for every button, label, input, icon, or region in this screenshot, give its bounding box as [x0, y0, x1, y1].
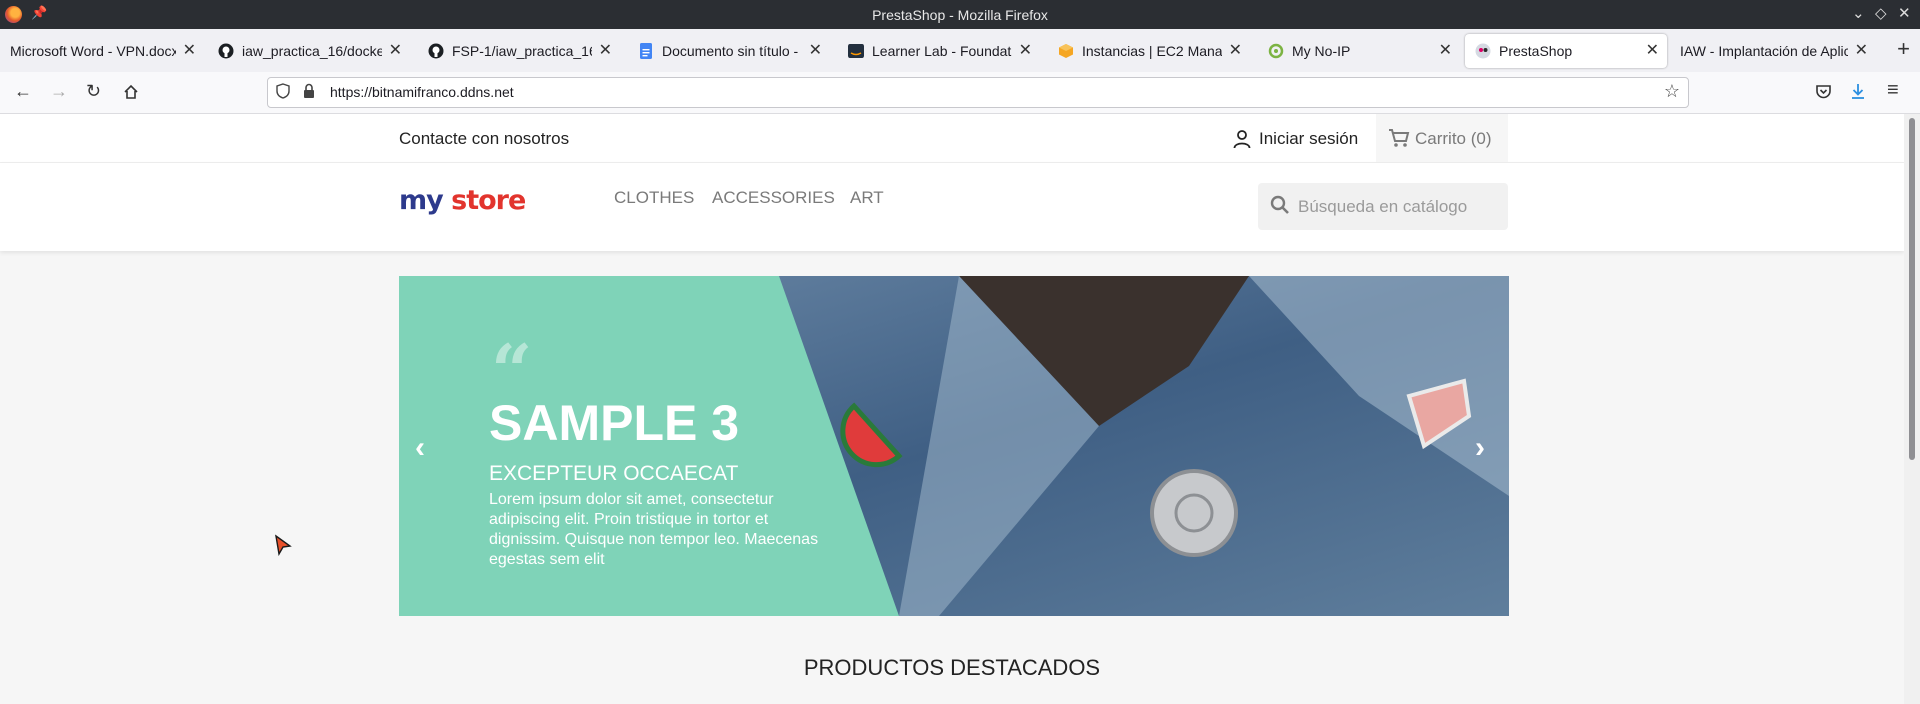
tab-ec2[interactable]: Instancias | EC2 Manage ✕ — [1048, 34, 1250, 68]
aws-cube-icon — [1059, 44, 1073, 58]
tab-word[interactable]: Microsoft Word - VPN.docx ✕ — [0, 34, 204, 68]
prestashop-icon — [1475, 43, 1491, 59]
chevron-left-icon[interactable]: ‹ — [415, 431, 425, 465]
store-logo[interactable]: my store — [399, 185, 526, 216]
tab-label: Documento sin título - D — [662, 43, 802, 59]
tab-label: Instancias | EC2 Manage — [1082, 43, 1222, 59]
tab-strip: Microsoft Word - VPN.docx ✕ iaw_practica… — [0, 29, 1920, 73]
window-titlebar: 📌 PrestaShop - Mozilla Firefox ⌄ ◇ ✕ — [0, 0, 1920, 29]
minimize-icon[interactable]: ⌄ — [1852, 4, 1865, 22]
back-button[interactable]: ← — [14, 81, 32, 102]
slide-title: SAMPLE 3 — [489, 395, 740, 451]
forward-button[interactable]: → — [50, 81, 68, 102]
search-icon[interactable] — [1270, 195, 1290, 215]
user-icon[interactable] — [1233, 129, 1251, 149]
cart-button[interactable]: Carrito (0) — [1376, 114, 1508, 162]
github-icon — [218, 43, 234, 59]
tab-github-docker[interactable]: iaw_practica_16/docker-c ✕ — [208, 34, 410, 68]
new-tab-button[interactable]: + — [1897, 36, 1910, 62]
google-docs-icon — [640, 43, 652, 59]
close-tab-icon[interactable]: ✕ — [599, 40, 612, 60]
shield-icon[interactable] — [276, 83, 290, 99]
bookmark-star-icon[interactable]: ☆ — [1664, 81, 1680, 102]
contact-link[interactable]: Contacte con nosotros — [399, 129, 569, 149]
login-link[interactable]: Iniciar sesión — [1259, 129, 1358, 149]
close-window-icon[interactable]: ✕ — [1898, 4, 1911, 22]
github-icon — [428, 43, 444, 59]
close-tab-icon[interactable]: ✕ — [389, 40, 402, 60]
aws-icon — [848, 44, 864, 58]
pocket-icon[interactable] — [1815, 84, 1832, 100]
webpage: Contacte con nosotros Iniciar sesión Car… — [0, 114, 1904, 704]
url-bar[interactable]: https://bitnamifranco.ddns.net ☆ — [267, 77, 1689, 108]
page-scrollbar[interactable] — [1904, 114, 1920, 704]
close-tab-icon[interactable]: ✕ — [1229, 40, 1242, 60]
mouse-cursor-icon — [275, 534, 292, 556]
maximize-icon[interactable]: ◇ — [1875, 4, 1887, 22]
tab-label: Microsoft Word - VPN.docx — [10, 43, 176, 59]
cart-icon — [1389, 129, 1410, 147]
cart-label: Carrito (0) — [1415, 129, 1492, 148]
menu-art[interactable]: ART — [850, 188, 884, 208]
close-tab-icon[interactable]: ✕ — [1646, 40, 1659, 60]
chevron-right-icon[interactable]: › — [1475, 431, 1485, 465]
featured-products-title: PRODUCTOS DESTACADOS — [803, 655, 1101, 680]
logo-word-store: store — [451, 185, 526, 216]
tab-label: My No-IP — [1292, 43, 1351, 59]
tab-label: iaw_practica_16/docker-c — [242, 43, 382, 59]
noip-icon — [1268, 43, 1284, 59]
search-input[interactable]: Búsqueda en catálogo — [1298, 197, 1467, 217]
close-tab-icon[interactable]: ✕ — [809, 40, 822, 60]
home-slider[interactable]: “ SAMPLE 3 EXCEPTEUR OCCAECAT Lorem ipsu… — [399, 276, 1509, 616]
close-tab-icon[interactable]: ✕ — [183, 40, 196, 60]
home-icon[interactable] — [123, 84, 139, 100]
menu-clothes[interactable]: CLOTHES — [614, 188, 694, 208]
close-tab-icon[interactable]: ✕ — [1855, 40, 1868, 60]
tab-learner-lab[interactable]: Learner Lab - Foundatio ✕ — [838, 34, 1040, 68]
catalog-search[interactable]: Búsqueda en catálogo — [1258, 183, 1508, 230]
tab-noip[interactable]: My No-IP ✕ — [1258, 34, 1460, 68]
tab-label: FSP-1/iaw_practica_16 — [452, 43, 592, 59]
tab-prestashop[interactable]: PrestaShop ✕ — [1465, 34, 1667, 68]
store-header: my store CLOTHES ACCESSORIES ART Búsqued… — [0, 163, 1904, 251]
slide-description: Lorem ipsum dolor sit amet, consectetur … — [489, 491, 819, 568]
top-nav-band: Contacte con nosotros Iniciar sesión Car… — [0, 114, 1904, 163]
window-title: PrestaShop - Mozilla Firefox — [872, 7, 1048, 23]
tab-google-docs[interactable]: Documento sin título - D ✕ — [628, 34, 830, 68]
tab-label: PrestaShop — [1499, 43, 1573, 59]
close-tab-icon[interactable]: ✕ — [1019, 40, 1032, 60]
close-tab-icon[interactable]: ✕ — [1439, 40, 1452, 60]
scrollbar-thumb[interactable] — [1909, 118, 1915, 460]
reload-button[interactable]: ↻ — [86, 81, 101, 102]
navigation-bar: ← → ↻ https://bitnamifranco.ddns.net ☆ ≡ — [0, 72, 1920, 114]
tab-iaw[interactable]: IAW - Implantación de Aplic ✕ — [1672, 34, 1876, 68]
tab-label: Learner Lab - Foundatio — [872, 43, 1012, 59]
lock-icon[interactable] — [302, 83, 316, 99]
tab-github-fsp[interactable]: FSP-1/iaw_practica_16 ✕ — [418, 34, 620, 68]
downloads-icon[interactable] — [1850, 83, 1866, 100]
url-text[interactable]: https://bitnamifranco.ddns.net — [330, 84, 514, 100]
logo-word-my: my — [399, 185, 444, 216]
tab-label: IAW - Implantación de Aplic — [1680, 43, 1848, 59]
menu-accessories[interactable]: ACCESSORIES — [712, 188, 835, 208]
menu-icon[interactable]: ≡ — [1887, 79, 1899, 102]
slide-subtitle: EXCEPTEUR OCCAECAT — [489, 462, 739, 485]
